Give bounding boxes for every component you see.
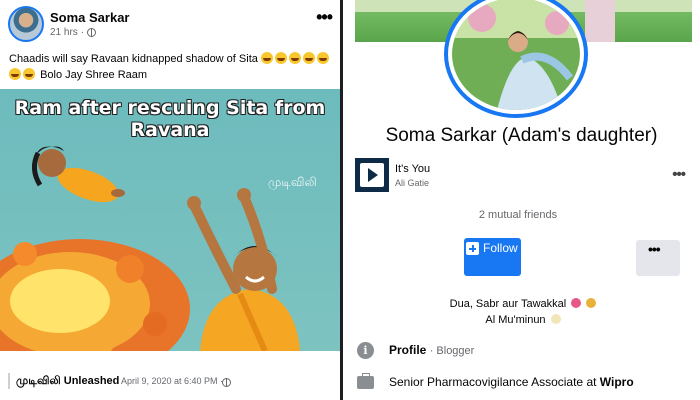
globe-icon bbox=[222, 378, 231, 387]
profile-category-row: i Profile · Blogger bbox=[355, 342, 695, 362]
post-time[interactable]: 21 hrs bbox=[50, 27, 78, 38]
bio-line-2: Al Mu'minun bbox=[485, 314, 546, 326]
profile-panel: Soma Sarkar (Adam's daughter) It's You A… bbox=[343, 0, 700, 400]
follow-button[interactable]: Follow bbox=[464, 238, 521, 276]
shared-page-name[interactable]: முடிவிலி Unleashed bbox=[16, 375, 119, 389]
work-row: Senior Pharmacovigilance Associate at Wi… bbox=[355, 373, 695, 394]
quote-bar bbox=[8, 373, 10, 389]
song-title: It's You bbox=[395, 163, 431, 175]
post-caption: Chaadis will say Ravaan kidnapped shadow… bbox=[9, 51, 334, 83]
job-company[interactable]: Wipro bbox=[600, 375, 634, 389]
profile-illustration bbox=[452, 0, 580, 110]
profile-bio: Dua, Sabr aur Tawakkal Al Mu'minun bbox=[373, 296, 673, 328]
info-icon: i bbox=[357, 342, 374, 359]
play-icon[interactable] bbox=[360, 163, 384, 187]
follow-label: Follow bbox=[483, 241, 518, 255]
meme-title: Ram after rescuing Sita from Ravana bbox=[14, 97, 326, 141]
profile-label: Profile bbox=[389, 343, 427, 357]
briefcase-icon bbox=[357, 373, 374, 389]
music-album-art[interactable] bbox=[355, 158, 389, 192]
praying-hands-emoji-icon bbox=[586, 298, 597, 308]
shared-post-footer: முடிவிலி Unleashed April 9, 2020 at 6:40… bbox=[0, 360, 340, 390]
profile-photo bbox=[452, 0, 580, 110]
more-horizontal-icon[interactable]: ••• bbox=[316, 8, 333, 26]
laughing-emoji-icon bbox=[9, 68, 37, 81]
more-horizontal-icon: ••• bbox=[648, 241, 661, 257]
shared-page-date[interactable]: April 9, 2020 at 6:40 PM · bbox=[121, 376, 223, 386]
laughing-emoji-icon bbox=[260, 52, 331, 65]
globe-icon bbox=[87, 28, 97, 37]
caption-line-2: Bolo Jay Shree Raam bbox=[40, 69, 148, 81]
tulip-emoji-icon bbox=[571, 298, 582, 308]
caption-line-1: Chaadis will say Ravaan kidnapped shadow… bbox=[9, 53, 258, 65]
profile-picture-frame bbox=[444, 0, 588, 118]
mutual-friends[interactable]: 2 mutual friends bbox=[343, 209, 693, 221]
crescent-moon-emoji-icon bbox=[550, 314, 561, 324]
more-horizontal-icon[interactable]: ••• bbox=[672, 167, 686, 182]
post-author-name[interactable]: Soma Sarkar bbox=[50, 10, 130, 25]
meme-image[interactable]: Ram after rescuing Sita from Ravana முடி… bbox=[0, 89, 340, 351]
post-meta: 21 hrs · bbox=[50, 27, 97, 38]
profile-music[interactable]: It's You Ali Gatie ••• bbox=[355, 158, 695, 194]
post-panel: Soma Sarkar 21 hrs · ••• Chaadis will sa… bbox=[0, 0, 340, 400]
bio-line-1: Dua, Sabr aur Tawakkal bbox=[449, 298, 567, 310]
add-icon bbox=[466, 242, 479, 255]
profile-category: · Blogger bbox=[429, 345, 475, 357]
job-title: Senior Pharmacovigilance Associate at bbox=[389, 375, 597, 389]
profile-name: Soma Sarkar (Adam's daughter) bbox=[385, 125, 658, 146]
song-artist: Ali Gatie bbox=[395, 178, 430, 188]
post-header: Soma Sarkar 21 hrs · ••• bbox=[8, 6, 333, 44]
author-avatar[interactable] bbox=[8, 6, 44, 42]
more-options-button[interactable]: ••• bbox=[636, 240, 680, 276]
meme-watermark: முடிவிலி bbox=[268, 175, 317, 189]
profile-picture[interactable] bbox=[444, 0, 588, 118]
